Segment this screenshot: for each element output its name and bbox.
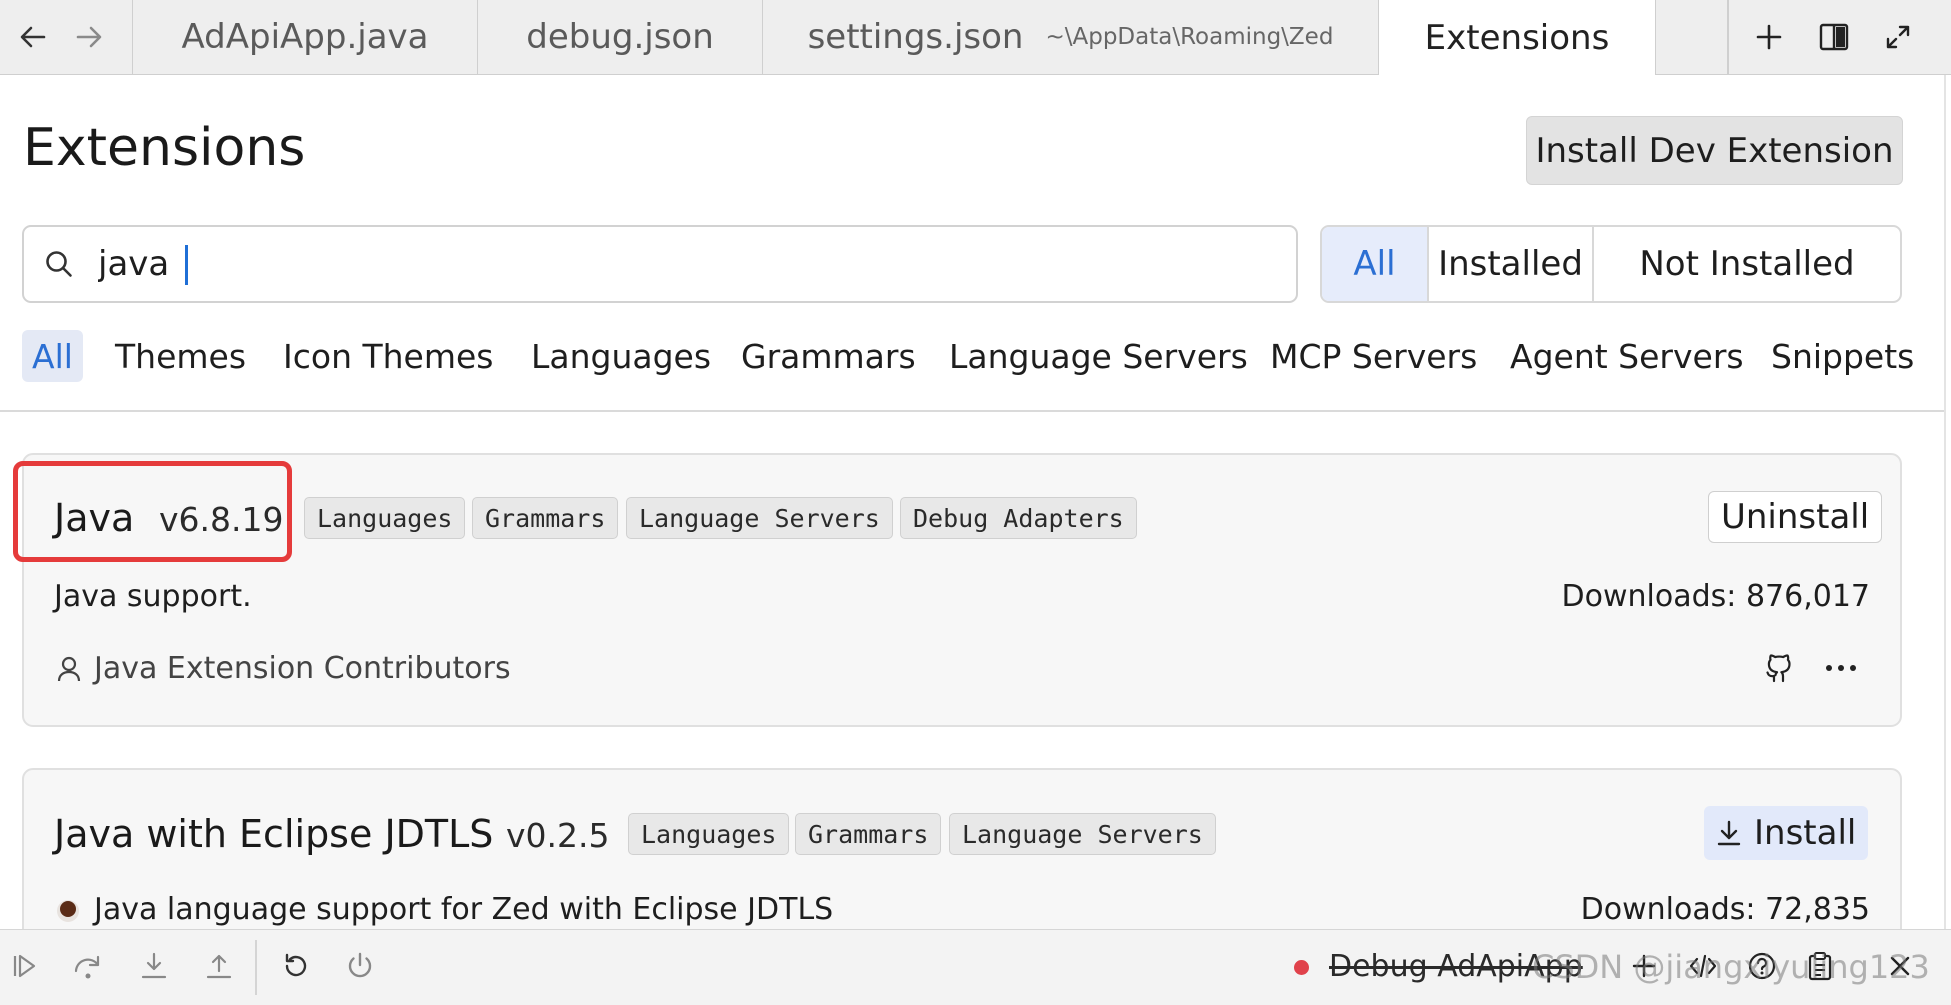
tab-debug-json[interactable]: debug.json: [477, 0, 762, 74]
category-languages[interactable]: Languages: [531, 330, 711, 382]
github-icon[interactable]: [1762, 651, 1796, 685]
more-icon[interactable]: [1824, 660, 1858, 676]
install-filter-group: All Installed Not Installed: [1320, 225, 1902, 303]
step-out-button[interactable]: [199, 946, 239, 986]
category-language-servers[interactable]: Language Servers: [949, 330, 1248, 382]
filter-not-installed[interactable]: Not Installed: [1592, 227, 1900, 301]
extension-author: Java Extension Contributors: [56, 651, 511, 686]
download-count: Downloads: 72,835: [1580, 892, 1870, 927]
category-grammars[interactable]: Grammars: [741, 330, 916, 382]
step-over-icon: [72, 951, 104, 981]
arrow-left-icon: [18, 22, 48, 52]
tab-extensions[interactable]: Extensions: [1378, 0, 1656, 75]
arrow-right-icon: [74, 22, 104, 52]
filter-installed[interactable]: Installed: [1427, 227, 1592, 301]
download-icon: [1716, 819, 1742, 847]
filter-all[interactable]: All: [1322, 227, 1427, 301]
description-text: Java language support for Zed with Eclip…: [94, 892, 834, 927]
scrollbar-track[interactable]: [1944, 75, 1946, 929]
highlight-annotation-box: [13, 461, 292, 562]
badge-languages: Languages: [628, 813, 790, 855]
forward-button[interactable]: [56, 0, 122, 74]
category-icon-themes[interactable]: Icon Themes: [283, 330, 494, 382]
text-cursor: [185, 245, 188, 285]
debug-session-indicator: [1294, 960, 1309, 975]
download-count: Downloads: 876,017: [1561, 579, 1870, 614]
badge-grammars: Grammars: [795, 813, 942, 855]
category-agent-servers[interactable]: Agent Servers: [1510, 330, 1744, 382]
category-mcp-servers[interactable]: MCP Servers: [1270, 330, 1477, 382]
tab-path: ~\AppData\Roaming\Zed: [1045, 24, 1334, 50]
step-over-button[interactable]: [68, 946, 108, 986]
search-input[interactable]: [98, 235, 1278, 293]
search-box[interactable]: [22, 225, 1298, 303]
watermark: CSDN @jiangxiyuling123: [1532, 948, 1930, 986]
maximize-button[interactable]: [1866, 0, 1930, 74]
statusbar-divider: [255, 940, 257, 995]
step-into-button[interactable]: [134, 946, 174, 986]
user-icon: [56, 655, 82, 683]
tab-label: settings.json: [807, 17, 1024, 57]
step-out-icon: [204, 951, 234, 981]
tab-settings-json[interactable]: settings.json ~\AppData\Roaming\Zed: [762, 0, 1378, 74]
install-button[interactable]: Install: [1704, 806, 1869, 860]
restart-icon: [281, 951, 311, 981]
badge-languages: Languages: [304, 497, 466, 539]
stop-button[interactable]: [340, 946, 380, 986]
extension-name: Java with Eclipse JDTLS: [54, 812, 494, 856]
install-label: Install: [1754, 813, 1857, 853]
maximize-icon: [1884, 23, 1912, 51]
extension-version: v0.2.5: [506, 816, 610, 855]
badge-debug-adapters: Debug Adapters: [900, 497, 1137, 539]
category-snippets[interactable]: Snippets: [1771, 330, 1914, 382]
category-themes[interactable]: Themes: [115, 330, 246, 382]
install-dev-extension-button[interactable]: Install Dev Extension: [1526, 116, 1903, 185]
author-name: Java Extension Contributors: [94, 651, 511, 686]
page-title: Extensions: [23, 118, 306, 178]
badge-language-servers: Language Servers: [949, 813, 1216, 855]
split-pane-icon: [1819, 23, 1849, 51]
category-filter-row: All Themes Icon Themes Languages Grammar…: [0, 330, 1951, 382]
restart-button[interactable]: [276, 946, 316, 986]
split-pane-button[interactable]: [1802, 0, 1866, 74]
tab-bar: AdApiApp.java debug.json settings.json ~…: [0, 0, 1951, 75]
uninstall-button[interactable]: Uninstall: [1708, 491, 1883, 543]
tabbar-divider: [1727, 0, 1729, 74]
continue-icon: [9, 951, 39, 981]
new-tab-button[interactable]: [1737, 0, 1801, 74]
extension-description: Java language support for Zed with Eclip…: [54, 892, 833, 927]
tab-label: Extensions: [1424, 17, 1610, 58]
power-icon: [345, 951, 375, 981]
category-all[interactable]: All: [22, 330, 83, 382]
extension-card-java[interactable]: Java v6.8.19 Languages Grammars Language…: [22, 453, 1902, 727]
tab-adapiapp-java[interactable]: AdApiApp.java: [132, 0, 477, 74]
plus-icon: [1755, 23, 1783, 51]
continue-button[interactable]: [4, 946, 44, 986]
search-icon: [44, 249, 74, 279]
badge-grammars: Grammars: [472, 497, 619, 539]
extension-description: Java support.: [54, 579, 252, 614]
step-into-icon: [139, 951, 169, 981]
tab-label: AdApiApp.java: [181, 17, 429, 57]
tab-label: debug.json: [526, 17, 714, 57]
divider: [0, 410, 1944, 412]
badge-language-servers: Language Servers: [626, 497, 893, 539]
debug-status-bar: Debug AdApiApp CSDN @jiangxiyuling123: [0, 929, 1951, 1005]
coffee-icon: [54, 896, 82, 924]
